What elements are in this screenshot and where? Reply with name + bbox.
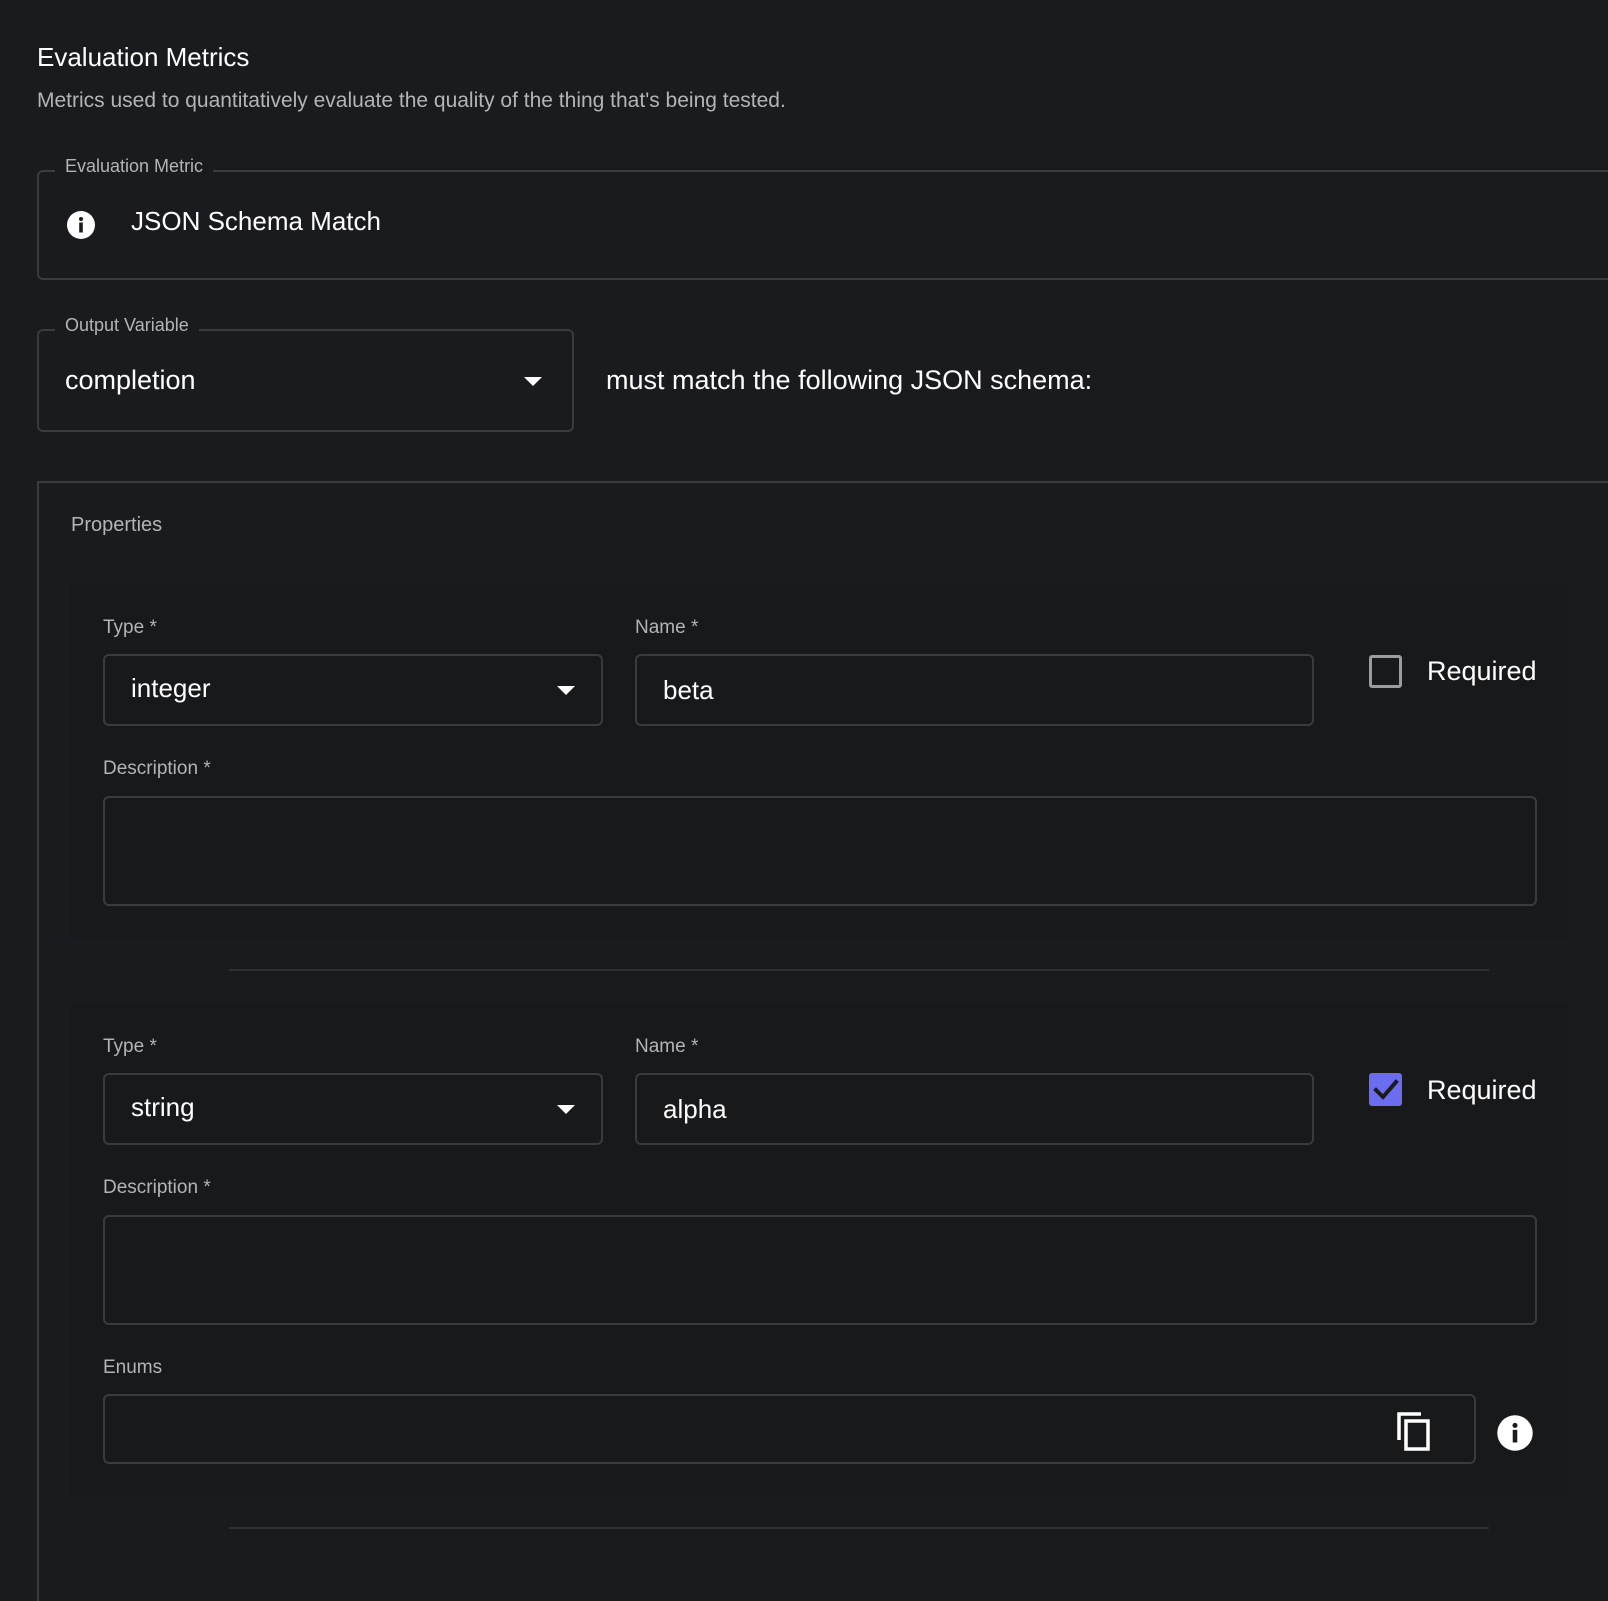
type-value: integer [131, 673, 211, 703]
divider [229, 969, 1489, 971]
properties-label: Properties [71, 514, 163, 536]
info-icon[interactable] [66, 210, 96, 240]
name-input[interactable] [635, 1073, 1314, 1145]
required-checkbox[interactable] [1369, 655, 1402, 688]
enums-label: Enums [103, 1357, 163, 1378]
enums-input[interactable] [103, 1394, 1476, 1464]
output-variable-value: completion [65, 365, 196, 395]
name-label: Name * [635, 1036, 699, 1057]
required-label: Required [1427, 656, 1537, 686]
description-input[interactable] [103, 1215, 1537, 1325]
type-value: string [131, 1092, 195, 1122]
check-icon [1373, 1079, 1399, 1100]
schema-match-text: must match the following JSON schema: [606, 365, 1093, 395]
name-label: Name * [635, 617, 699, 638]
required-label: Required [1427, 1075, 1537, 1105]
description-input[interactable] [103, 796, 1537, 906]
section-subtitle: Metrics used to quantitatively evaluate … [37, 89, 786, 112]
description-label: Description * [103, 1177, 211, 1198]
evaluation-metric-value: JSON Schema Match [131, 206, 381, 236]
name-value: beta [663, 675, 714, 705]
name-input[interactable] [635, 654, 1314, 726]
evaluation-metric-label: Evaluation Metric [55, 156, 214, 176]
divider [229, 1527, 1489, 1529]
info-icon[interactable] [1496, 1414, 1534, 1452]
name-value: alpha [663, 1094, 727, 1124]
type-label: Type * [103, 617, 157, 638]
chevron-down-icon[interactable] [557, 1105, 575, 1114]
copy-icon[interactable] [1395, 1410, 1433, 1452]
required-checkbox[interactable] [1369, 1073, 1402, 1106]
section-title: Evaluation Metrics [37, 42, 250, 72]
chevron-down-icon[interactable] [557, 686, 575, 695]
description-label: Description * [103, 758, 211, 779]
output-variable-label: Output Variable [55, 315, 199, 335]
type-label: Type * [103, 1036, 157, 1057]
chevron-down-icon[interactable] [524, 377, 542, 386]
